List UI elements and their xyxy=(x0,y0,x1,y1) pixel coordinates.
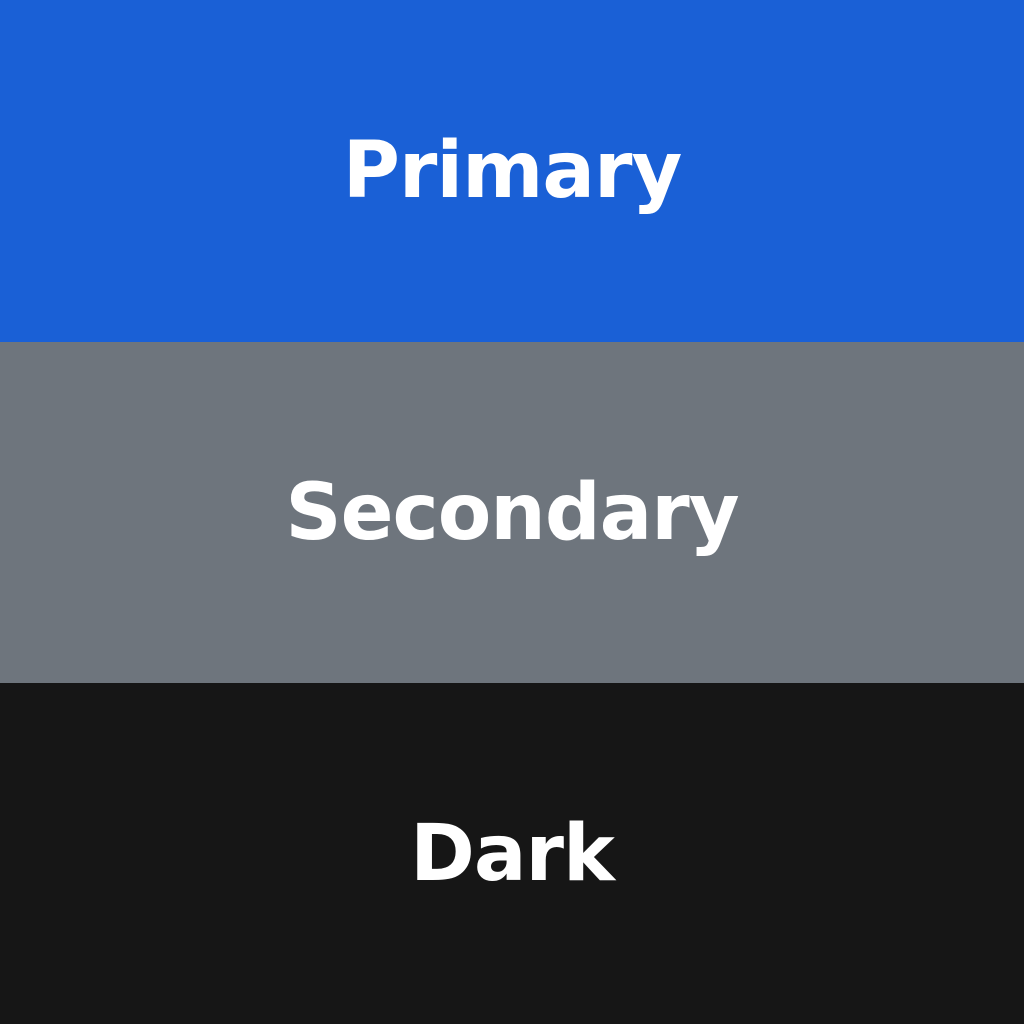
secondary-swatch: Secondary xyxy=(0,342,1024,683)
dark-swatch-label: Dark xyxy=(410,808,615,899)
color-swatch-stack: Primary Secondary Dark xyxy=(0,0,1024,1024)
primary-swatch: Primary xyxy=(0,0,1024,342)
dark-swatch: Dark xyxy=(0,683,1024,1024)
secondary-swatch-label: Secondary xyxy=(285,467,739,558)
primary-swatch-label: Primary xyxy=(342,126,683,216)
